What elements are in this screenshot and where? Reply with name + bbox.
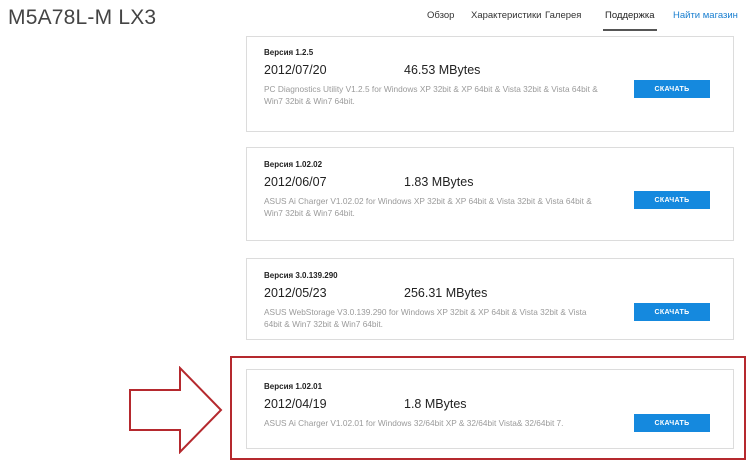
download-size: 256.31 MBytes: [404, 286, 488, 300]
download-version: Версия 1.02.02: [264, 160, 323, 169]
download-description: ASUS WebStorage V3.0.139.290 for Windows…: [264, 307, 587, 329]
download-card: Версия 1.2.5 2012/07/20 46.53 MBytes PC …: [246, 36, 734, 132]
nav-overview[interactable]: Обзор: [427, 10, 454, 21]
download-card: Версия 3.0.139.290 2012/05/23 256.31 MBy…: [246, 258, 734, 340]
download-button[interactable]: СКАЧАТЬ: [634, 303, 710, 321]
download-button[interactable]: СКАЧАТЬ: [634, 80, 710, 98]
download-date: 2012/05/23: [264, 286, 327, 300]
nav-find-store[interactable]: Найти магазин: [673, 10, 738, 21]
download-size: 1.83 MBytes: [404, 175, 474, 189]
nav-specifications[interactable]: Характеристики: [471, 10, 541, 21]
nav-support[interactable]: Поддержка: [605, 10, 655, 21]
highlight-box: [230, 356, 746, 460]
download-button[interactable]: СКАЧАТЬ: [634, 191, 710, 209]
download-version: Версия 3.0.139.290: [264, 271, 338, 280]
download-version: Версия 1.2.5: [264, 48, 314, 57]
nav-gallery[interactable]: Галерея: [545, 10, 581, 21]
download-description: PC Diagnostics Utility V1.2.5 for Window…: [264, 84, 598, 106]
top-navigation: Обзор Характеристики Галерея Поддержка Н…: [0, 0, 750, 31]
nav-active-indicator: [603, 29, 657, 31]
download-card: Версия 1.02.02 2012/06/07 1.83 MBytes AS…: [246, 147, 734, 241]
download-size: 46.53 MBytes: [404, 63, 481, 77]
download-date: 2012/06/07: [264, 175, 327, 189]
download-description: ASUS Ai Charger V1.02.02 for Windows XP …: [264, 196, 592, 218]
arrow-right-icon: [129, 366, 223, 454]
download-date: 2012/07/20: [264, 63, 327, 77]
